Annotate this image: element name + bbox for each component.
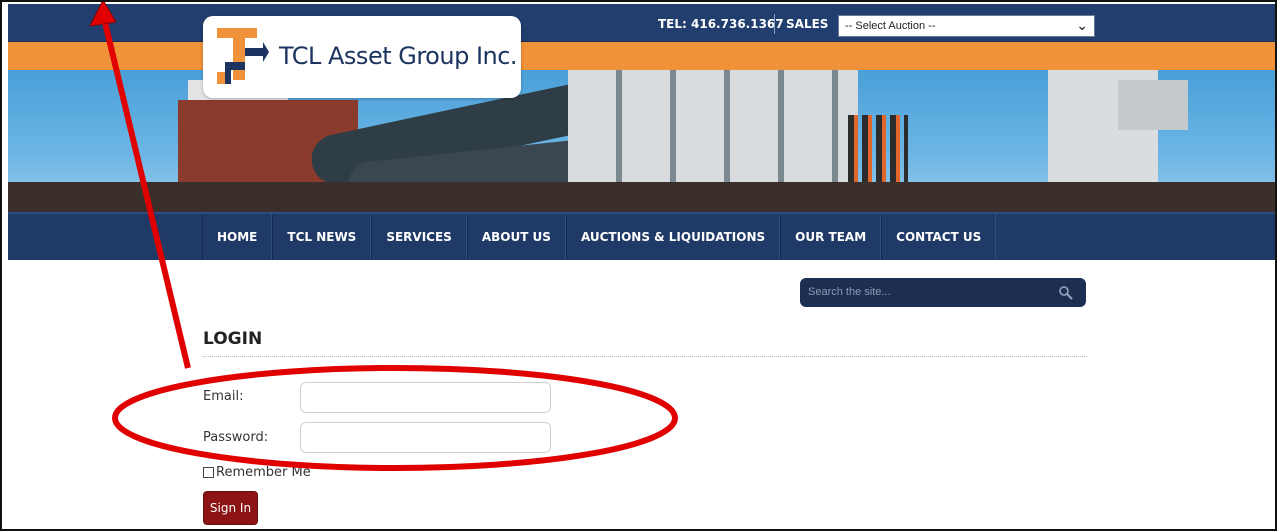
divider xyxy=(774,14,775,34)
auction-select-value: -- Select Auction -- xyxy=(845,20,936,32)
nav-services[interactable]: SERVICES xyxy=(371,214,467,260)
password-field[interactable] xyxy=(300,422,551,453)
divider xyxy=(203,356,1087,357)
nav-tcl-news[interactable]: TCL NEWS xyxy=(272,214,372,260)
tcl-logo-mark-icon xyxy=(217,28,269,84)
sign-in-button[interactable]: Sign In xyxy=(203,491,258,525)
hero-banner-image xyxy=(8,70,1277,212)
nav-auctions-liquidations[interactable]: AUCTIONS & LIQUIDATIONS xyxy=(565,214,781,260)
tank-containers xyxy=(568,70,858,190)
site-search xyxy=(800,278,1086,307)
orange-band xyxy=(8,42,1277,70)
phone-number: TEL: 416.736.1367 xyxy=(658,17,784,31)
password-label: Password: xyxy=(203,430,269,445)
logo-text: TCL Asset Group Inc. xyxy=(279,42,518,70)
auction-select[interactable]: -- Select Auction -- ⌄ xyxy=(838,15,1095,37)
main-nav: HOME TCL NEWS SERVICES ABOUT US AUCTIONS… xyxy=(8,212,1277,260)
remember-me-checkbox[interactable] xyxy=(203,467,214,478)
email-label: Email: xyxy=(203,389,244,404)
magnifier-icon[interactable] xyxy=(1058,285,1074,301)
site-logo[interactable]: TCL Asset Group Inc. xyxy=(203,16,521,98)
ship-deck xyxy=(8,182,1277,212)
remember-me[interactable]: Remember Me xyxy=(203,465,311,480)
crane-cab xyxy=(1118,80,1188,130)
nav-home[interactable]: HOME xyxy=(202,214,273,260)
nav-our-team[interactable]: OUR TEAM xyxy=(780,214,882,260)
login-heading: LOGIN xyxy=(203,329,263,349)
top-bar: TEL: 416.736.1367 SALES -- Select Auctio… xyxy=(8,4,1277,42)
remember-me-label: Remember Me xyxy=(216,465,311,480)
sales-label: SALES xyxy=(786,17,829,31)
chevron-down-icon: ⌄ xyxy=(1076,17,1088,33)
workers xyxy=(848,115,908,185)
search-input[interactable] xyxy=(808,284,1048,300)
email-field[interactable] xyxy=(300,382,551,413)
nav-contact-us[interactable]: CONTACT US xyxy=(881,214,997,260)
nav-about-us[interactable]: ABOUT US xyxy=(466,214,566,260)
